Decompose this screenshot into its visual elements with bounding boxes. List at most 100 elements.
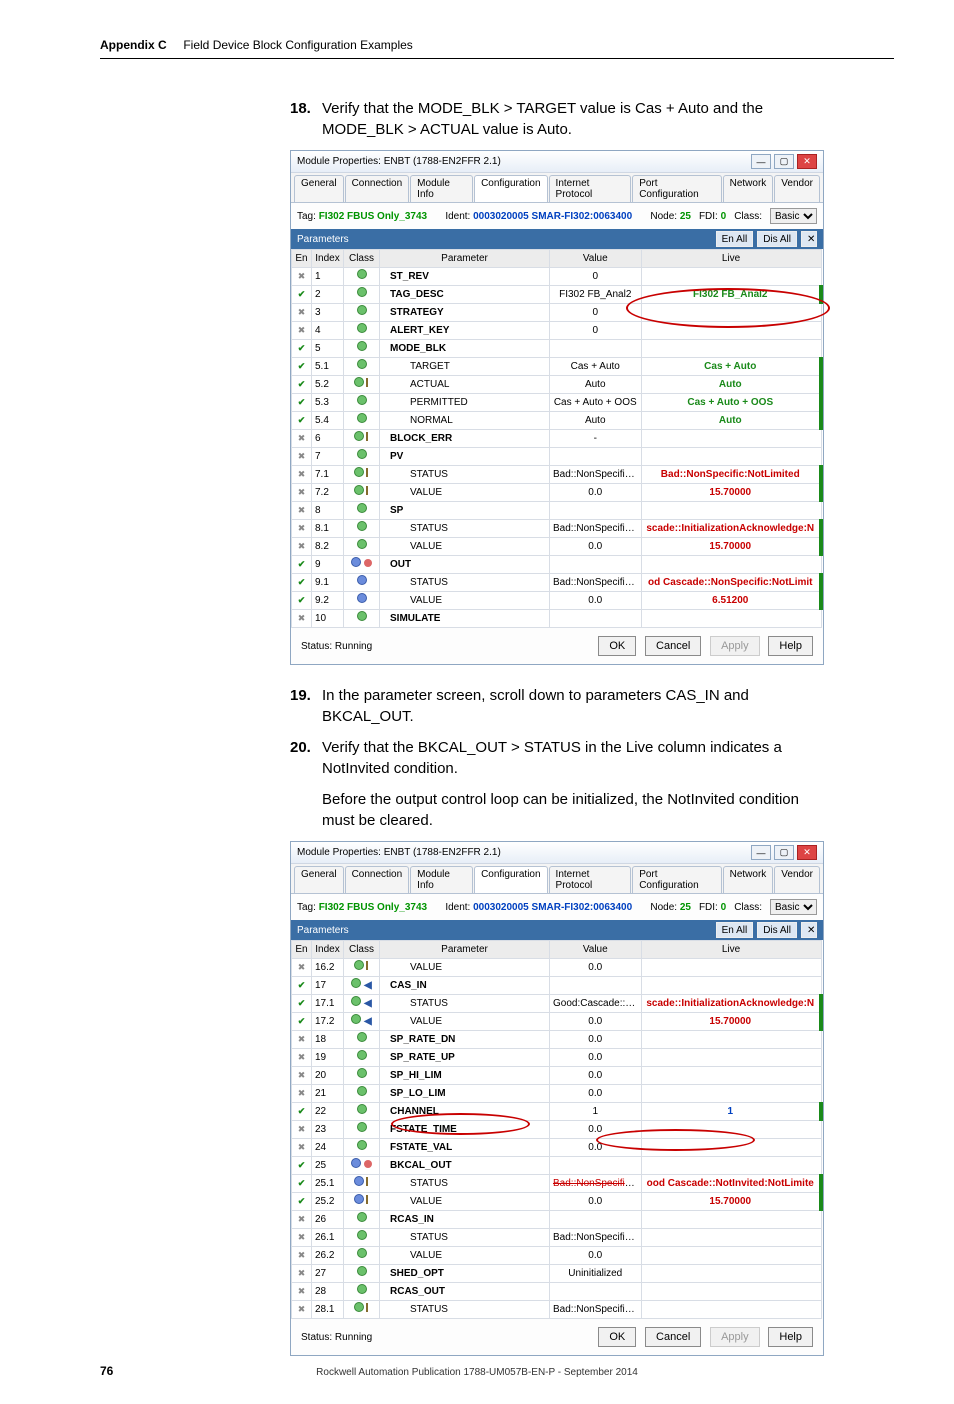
enable-cell[interactable]: ✖ (292, 484, 312, 502)
table-row[interactable]: ✖3STRATEGY0 (292, 304, 822, 322)
value-cell[interactable]: 0.0 (550, 1031, 642, 1049)
value-cell[interactable]: 0 (550, 322, 642, 340)
table-row[interactable]: ✔5.1TARGETCas + AutoCas + Auto (292, 358, 822, 376)
value-cell[interactable] (550, 340, 642, 358)
value-cell[interactable]: Cas + Auto + OOS (550, 394, 642, 412)
enable-cell[interactable]: ✖ (292, 1265, 312, 1283)
maximize-button[interactable]: ▢ (774, 845, 794, 860)
table-row[interactable]: ✔17.1 ◀STATUSGood:Cascade::NonSpecific:N… (292, 995, 822, 1013)
value-cell[interactable]: 0.0 (550, 592, 642, 610)
table-row[interactable]: ✔25 BKCAL_OUT (292, 1157, 822, 1175)
enable-cell[interactable]: ✔ (292, 995, 312, 1013)
tab-vendor[interactable]: Vendor (774, 175, 820, 202)
table-row[interactable]: ✖8SP (292, 502, 822, 520)
tab-network[interactable]: Network (723, 175, 774, 202)
tab-general[interactable]: General (294, 175, 344, 202)
value-cell[interactable]: 0.0 (550, 1013, 642, 1031)
tab-port-configuration[interactable]: Port Configuration (632, 175, 721, 202)
value-cell[interactable] (550, 610, 642, 628)
value-cell[interactable]: Bad::NonSpecific:NotLimited (550, 574, 642, 592)
apply-button[interactable]: Apply (710, 1327, 760, 1347)
enable-all-button[interactable]: En All (716, 231, 754, 247)
enable-cell[interactable]: ✖ (292, 1139, 312, 1157)
enable-cell[interactable]: ✖ (292, 1283, 312, 1301)
enable-cell[interactable]: ✖ (292, 1085, 312, 1103)
value-cell[interactable]: 0.0 (550, 959, 642, 977)
table-row[interactable]: ✖8.2VALUE0.015.70000 (292, 538, 822, 556)
value-cell[interactable]: 0.0 (550, 1067, 642, 1085)
table-row[interactable]: ✖24FSTATE_VAL0.0 (292, 1139, 822, 1157)
minimize-button[interactable]: — (751, 154, 771, 169)
value-cell[interactable]: - (550, 430, 642, 448)
table-row[interactable]: ✔25.2 VALUE0.015.70000 (292, 1193, 822, 1211)
tab-vendor[interactable]: Vendor (774, 866, 820, 893)
tab-internet-protocol[interactable]: Internet Protocol (549, 175, 632, 202)
enable-cell[interactable]: ✖ (292, 1067, 312, 1085)
table-row[interactable]: ✖6 BLOCK_ERR- (292, 430, 822, 448)
enable-all-button[interactable]: En All (716, 922, 754, 938)
enable-cell[interactable]: ✔ (292, 1193, 312, 1211)
help-button[interactable]: Help (768, 636, 813, 656)
value-cell[interactable]: Bad::NonSpecific:NotLimited (550, 520, 642, 538)
enable-cell[interactable]: ✔ (292, 376, 312, 394)
table-row[interactable]: ✖28RCAS_OUT (292, 1283, 822, 1301)
value-cell[interactable]: 0 (550, 268, 642, 286)
enable-cell[interactable]: ✔ (292, 977, 312, 995)
value-cell[interactable]: 0.0 (550, 1247, 642, 1265)
table-row[interactable]: ✖26.1STATUSBad::NonSpecific:NotLimited (292, 1229, 822, 1247)
enable-cell[interactable]: ✖ (292, 322, 312, 340)
value-cell[interactable] (550, 448, 642, 466)
ok-button[interactable]: OK (598, 636, 636, 656)
enable-cell[interactable]: ✖ (292, 1031, 312, 1049)
table-row[interactable]: ✔17 ◀CAS_IN (292, 977, 822, 995)
enable-cell[interactable]: ✔ (292, 1175, 312, 1193)
table-row[interactable]: ✖19SP_RATE_UP0.0 (292, 1049, 822, 1067)
table-row[interactable]: ✖7PV (292, 448, 822, 466)
class-select[interactable]: Basic (770, 208, 817, 224)
table-row[interactable]: ✖26RCAS_IN (292, 1211, 822, 1229)
tab-internet-protocol[interactable]: Internet Protocol (549, 866, 632, 893)
table-row[interactable]: ✖8.1STATUSBad::NonSpecific:NotLimitedsca… (292, 520, 822, 538)
table-row[interactable]: ✖26.2VALUE0.0 (292, 1247, 822, 1265)
enable-cell[interactable]: ✖ (292, 502, 312, 520)
value-cell[interactable] (550, 556, 642, 574)
table-row[interactable]: ✔9.2VALUE0.06.51200 (292, 592, 822, 610)
value-cell[interactable] (550, 502, 642, 520)
enable-cell[interactable]: ✖ (292, 520, 312, 538)
tab-module-info[interactable]: Module Info (410, 175, 473, 202)
class-select[interactable]: Basic (770, 899, 817, 915)
value-cell[interactable]: 0.0 (550, 1049, 642, 1067)
table-row[interactable]: ✖21SP_LO_LIM0.0 (292, 1085, 822, 1103)
tab-port-configuration[interactable]: Port Configuration (632, 866, 721, 893)
close-button[interactable]: ✕ (797, 154, 817, 169)
table-row[interactable]: ✖1ST_REV0 (292, 268, 822, 286)
value-cell[interactable]: 0.0 (550, 1193, 642, 1211)
value-cell[interactable]: Good:Cascade::NonSpecific:NotLimited (550, 995, 642, 1013)
value-cell[interactable]: Bad::NonSpecific:NotLimited (550, 466, 642, 484)
value-cell[interactable]: Bad::NonSpecific:NotLim (550, 1175, 642, 1193)
value-cell[interactable]: Cas + Auto (550, 358, 642, 376)
tab-configuration[interactable]: Configuration (474, 866, 547, 893)
value-cell[interactable]: FI302 FB_Anal2 (550, 286, 642, 304)
enable-cell[interactable]: ✖ (292, 430, 312, 448)
value-cell[interactable]: 0.0 (550, 484, 642, 502)
table-row[interactable]: ✔2TAG_DESCFI302 FB_Anal2FI302 FB_Anal2 (292, 286, 822, 304)
enable-cell[interactable]: ✖ (292, 610, 312, 628)
value-cell[interactable]: 0.0 (550, 1139, 642, 1157)
enable-cell[interactable]: ✔ (292, 358, 312, 376)
table-row[interactable]: ✖28.1 STATUSBad::NonSpecific:NotLimited (292, 1301, 822, 1319)
disable-all-button[interactable]: Dis All (757, 231, 797, 247)
enable-cell[interactable]: ✔ (292, 1013, 312, 1031)
table-row[interactable]: ✔22CHANNEL11 (292, 1103, 822, 1121)
table-row[interactable]: ✔9.1STATUSBad::NonSpecific:NotLimitedod … (292, 574, 822, 592)
table-row[interactable]: ✔5.2 ACTUALAutoAuto (292, 376, 822, 394)
apply-button[interactable]: Apply (710, 636, 760, 656)
enable-cell[interactable]: ✖ (292, 1247, 312, 1265)
value-cell[interactable]: Auto (550, 376, 642, 394)
value-cell[interactable]: Bad::NonSpecific:NotLimited (550, 1229, 642, 1247)
table-row[interactable]: ✖16.2 VALUE0.0 (292, 959, 822, 977)
enable-cell[interactable]: ✖ (292, 1229, 312, 1247)
enable-cell[interactable]: ✖ (292, 959, 312, 977)
table-row[interactable]: ✖10SIMULATE (292, 610, 822, 628)
enable-cell[interactable]: ✔ (292, 1103, 312, 1121)
